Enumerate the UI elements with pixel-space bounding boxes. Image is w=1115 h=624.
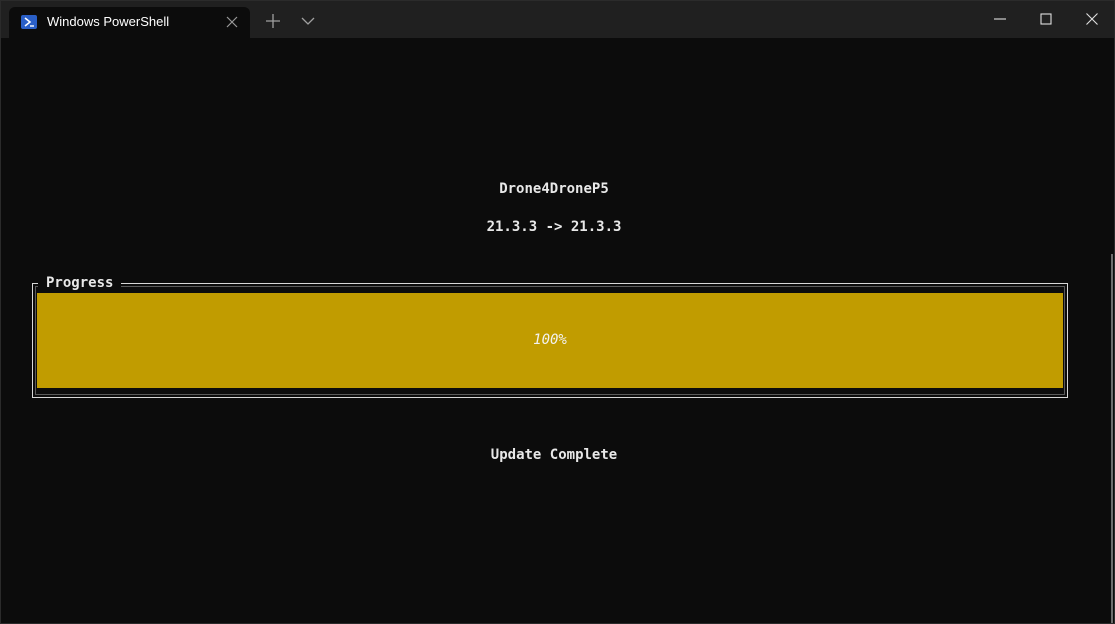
progress-label: Progress bbox=[38, 275, 122, 291]
tab-title: Windows PowerShell bbox=[47, 14, 170, 29]
terminal-content[interactable]: Drone4DroneP5 21.3.3 -> 21.3.3 Progress … bbox=[1, 38, 1114, 623]
tab-windows-powershell[interactable]: Windows PowerShell bbox=[9, 7, 250, 38]
tab-close-icon[interactable] bbox=[224, 14, 240, 30]
maximize-icon[interactable] bbox=[1038, 11, 1054, 27]
progress-bar: 100% bbox=[37, 293, 1063, 388]
terminal-window: Windows PowerShell Drone4DroneP5 21.3.3 … bbox=[0, 0, 1115, 624]
powershell-icon bbox=[21, 15, 37, 29]
chevron-down-icon[interactable] bbox=[299, 12, 317, 30]
version-text: 21.3.3 -> 21.3.3 bbox=[486, 219, 622, 235]
window-close-icon[interactable] bbox=[1084, 11, 1100, 27]
progress-percentage: 100% bbox=[533, 332, 567, 348]
app-name: Drone4DroneP5 bbox=[499, 181, 609, 197]
status-text: Update Complete bbox=[490, 447, 618, 463]
minimize-icon[interactable] bbox=[992, 11, 1008, 27]
scrollbar-thumb[interactable] bbox=[1111, 254, 1113, 623]
new-tab-plus-icon[interactable] bbox=[264, 12, 282, 30]
title-bar: Windows PowerShell bbox=[1, 1, 1114, 38]
